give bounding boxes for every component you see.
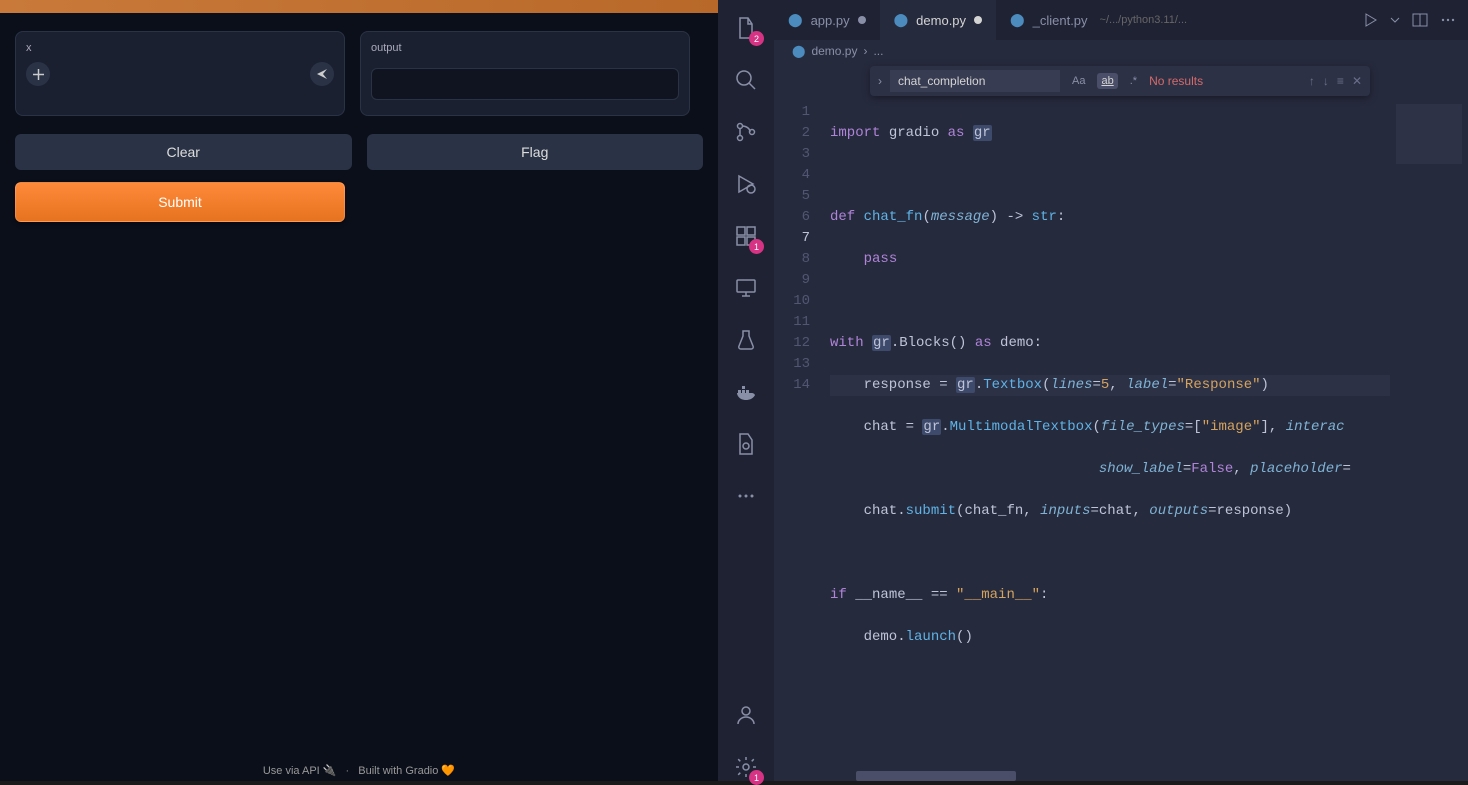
python-icon: ⬤ [792,44,805,58]
breadcrumb[interactable]: ⬤ demo.py › ... [774,40,1468,62]
source-control-icon[interactable] [732,118,760,146]
search-icon[interactable] [732,66,760,94]
button-row: Clear Flag [0,134,718,170]
output-label: output [371,42,679,54]
extensions-icon[interactable]: 1 [732,222,760,250]
minimap-viewport [1396,104,1462,164]
more-icon[interactable] [732,482,760,510]
clear-button[interactable]: Clear [15,134,352,170]
activity-bar: 2 1 [718,0,774,781]
extensions-badge: 1 [749,239,764,254]
regex-toggle[interactable]: .* [1126,73,1141,89]
split-editor-icon[interactable] [1412,12,1428,28]
python-icon: ⬤ [894,12,909,28]
find-input[interactable] [890,70,1060,92]
input-label: x [26,42,334,54]
horizontal-scrollbar[interactable] [856,771,1016,781]
upload-button[interactable] [26,62,50,86]
built-with-link[interactable]: Built with Gradio 🧡 [358,765,455,777]
gradio-form: x output [0,13,718,134]
breadcrumb-rest: ... [873,44,883,58]
tab-label: _client.py [1033,13,1088,28]
more-icon[interactable] [1440,12,1456,28]
docker-icon[interactable] [732,378,760,406]
output-textarea[interactable] [371,68,679,100]
remote-icon[interactable] [732,274,760,302]
tab-bar: ⬤ app.py ⬤ demo.py ⬤ _client.py ~/.../py… [774,0,1468,40]
chevron-down-icon[interactable] [1390,15,1400,25]
send-icon [316,68,328,80]
find-prev-icon[interactable]: ↑ [1309,74,1315,88]
breadcrumb-file: demo.py [811,44,857,58]
chevron-right-icon: › [863,44,867,58]
dirty-dot-icon [858,16,866,24]
find-expand-icon[interactable]: › [878,74,882,88]
editor-title-actions [1362,0,1468,40]
multimodal-input-row[interactable] [26,62,334,86]
vscode-window: 2 1 [718,0,1468,781]
run-icon[interactable] [1362,12,1378,28]
find-next-icon[interactable]: ↓ [1323,74,1329,88]
testing-icon[interactable] [732,326,760,354]
python-icon: ⬤ [1010,12,1025,28]
plus-icon [33,69,44,80]
python-icon: ⬤ [788,12,803,28]
submit-button[interactable]: Submit [15,182,345,222]
api-link[interactable]: Use via API 🔌 [263,765,337,777]
settings-sync-icon[interactable] [732,430,760,458]
tab-sublabel: ~/.../python3.11/... [1100,14,1188,26]
dirty-dot-icon [974,16,982,24]
explorer-badge: 2 [749,31,764,46]
gradio-preview: x output Clear Flag Submit Use via API 🔌… [0,0,718,781]
match-case-toggle[interactable]: Aa [1068,73,1089,89]
run-debug-icon[interactable] [732,170,760,198]
explorer-icon[interactable]: 2 [732,14,760,42]
editor-area: ⬤ app.py ⬤ demo.py ⬤ _client.py ~/.../py… [774,0,1468,781]
tab-demo-py[interactable]: ⬤ demo.py [880,0,996,40]
accounts-icon[interactable] [732,701,760,729]
browser-theme-bar [0,0,718,13]
settings-badge: 1 [749,770,764,785]
gradio-footer: Use via API 🔌 · Built with Gradio 🧡 [0,760,718,781]
line-gutter: 123456 78910 11121314 [774,100,830,781]
find-widget: › Aa ab .* No results ↑ ↓ ≡ ✕ [870,66,1370,96]
input-card-x: x [15,31,345,116]
find-results: No results [1149,74,1301,88]
send-button[interactable] [310,62,334,86]
tab-client-py[interactable]: ⬤ _client.py ~/.../python3.11/... [996,0,1201,40]
flag-button[interactable]: Flag [367,134,704,170]
footer-sep: · [346,765,350,777]
settings-gear-icon[interactable]: 1 [732,753,760,781]
whole-word-toggle[interactable]: ab [1097,73,1117,89]
tab-app-py[interactable]: ⬤ app.py [774,0,880,40]
find-selection-icon[interactable]: ≡ [1337,74,1344,88]
minimap[interactable] [1390,100,1468,781]
tab-label: demo.py [916,13,966,28]
close-icon[interactable]: ✕ [1352,74,1362,88]
output-card: output [360,31,690,116]
tab-label: app.py [811,13,850,28]
code-content[interactable]: import gradio as gr def chat_fn(message)… [830,100,1390,781]
code-editor[interactable]: 123456 78910 11121314 import gradio as g… [774,100,1468,781]
